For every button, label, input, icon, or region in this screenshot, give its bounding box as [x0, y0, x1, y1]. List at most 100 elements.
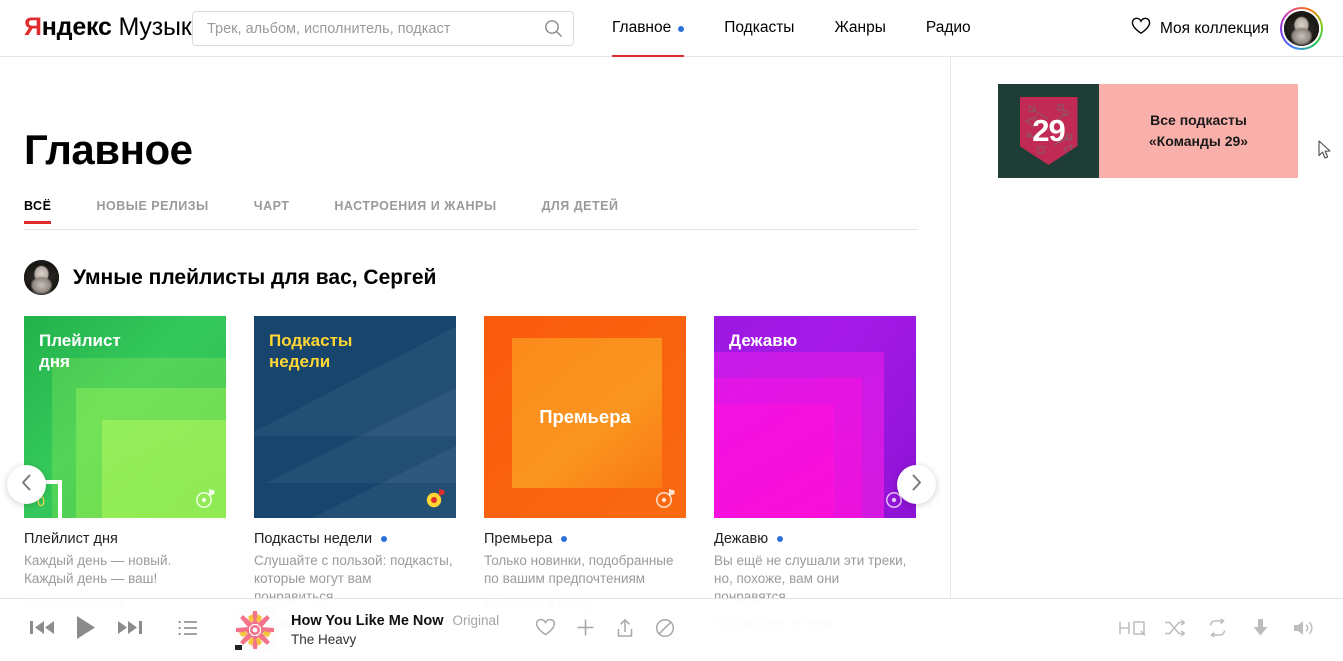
avatar-face [1284, 11, 1319, 46]
main-content: Главное ВСЁ НОВЫЕ РЕЛИЗЫ ЧАРТ НАСТРОЕНИЯ… [0, 57, 950, 661]
yandex-music-logo[interactable]: Яндекс Музыка [24, 13, 206, 42]
playlist-card-title: Подкасты недели [254, 531, 373, 547]
nav-item-label: Жанры [834, 19, 886, 36]
repeat-button[interactable] [1196, 610, 1239, 650]
shuffle-button[interactable] [1153, 610, 1196, 650]
download-icon [1251, 618, 1270, 642]
section-avatar-face [24, 260, 59, 295]
share-icon [616, 618, 634, 643]
playlist-card[interactable]: Дежавю Дежавю Вы ещё не слушали эти трек… [714, 316, 916, 630]
nav-item-radio[interactable]: Радио [926, 0, 971, 57]
playlist-card-art-label: Подкасты недели [269, 331, 353, 372]
playlist-card-description: Каждый день — новый. Каждый день — ваш! [24, 553, 172, 587]
banner-logo-number: 29 [1032, 113, 1065, 148]
tab-label: ВСЁ [24, 199, 52, 213]
track-action-buttons [525, 610, 685, 650]
avatar-photo [1284, 11, 1319, 46]
carousel-next-button[interactable] [897, 465, 936, 504]
playlist-card-art[interactable]: Подкасты недели [254, 316, 456, 518]
section-title: Умные плейлисты для вас, Сергей [73, 265, 437, 289]
nav-item-label: Подкасты [724, 19, 795, 36]
dislike-button[interactable] [645, 610, 685, 650]
banner-text: Все подкасты «Команды 29» [1099, 84, 1298, 178]
art-layer [714, 404, 834, 518]
tab-dlya-detey[interactable]: ДЛЯ ДЕТЕЙ [542, 199, 619, 223]
playlist-card-description: Только новинки, подобранные по вашим пре… [484, 553, 674, 587]
volume-icon [1292, 618, 1316, 643]
playlist-card-title: Плейлист дня [24, 531, 118, 547]
heart-icon [1131, 17, 1151, 40]
playlist-carousel: Плейлист дня 0 Плейлист дня Каждый день … [24, 316, 944, 630]
nav-new-dot [678, 26, 685, 32]
heart-icon [535, 618, 556, 642]
playlist-card-art[interactable]: Премьера [484, 316, 686, 518]
banner-logo: 29 [998, 84, 1099, 178]
volume-button[interactable] [1282, 610, 1325, 650]
playlist-card-title-row[interactable]: Подкасты недели [254, 531, 456, 547]
block-icon [655, 618, 675, 643]
share-button[interactable] [605, 610, 645, 650]
current-track-name[interactable]: How You Like Me Now [291, 613, 444, 629]
playlist-card[interactable]: Плейлист дня 0 Плейлист дня Каждый день … [24, 316, 226, 630]
add-button[interactable] [565, 610, 605, 650]
banner-line-2: «Команды 29» [1148, 133, 1249, 149]
plus-icon [576, 618, 595, 642]
main-nav: Главное Подкасты Жанры Радио [612, 0, 1011, 58]
section-avatar [24, 260, 59, 295]
nav-item-zhanry[interactable]: Жанры [834, 0, 885, 57]
nav-item-podkasty[interactable]: Подкасты [724, 0, 794, 57]
playlist-card-title-row[interactable]: Дежавю [714, 531, 916, 547]
logo-brand-rest: ндекс [41, 13, 112, 41]
tab-label: ЧАРТ [253, 199, 290, 213]
play-icon [75, 615, 97, 645]
hq-button[interactable] [1110, 610, 1153, 650]
current-track-cover[interactable] [232, 607, 278, 653]
nav-item-label: Главное [612, 19, 672, 36]
search-icon[interactable] [533, 12, 573, 45]
avatar[interactable] [1280, 7, 1323, 50]
logo-brand-first-letter: Я [24, 13, 42, 41]
queue-button[interactable] [166, 608, 210, 652]
tab-chart[interactable]: ЧАРТ [254, 199, 290, 223]
promo-banner[interactable]: 29 Все подкасты «Команды 29» [998, 84, 1298, 178]
search-box[interactable] [192, 11, 574, 46]
repeat-icon [1207, 617, 1228, 642]
previous-track-button[interactable] [20, 608, 64, 652]
like-button[interactable] [525, 610, 565, 650]
carousel-prev-button[interactable] [7, 465, 46, 504]
playlist-card-title-row[interactable]: Премьера [484, 531, 686, 547]
right-sidebar: 29 Все подкасты «Команды 29» [950, 57, 1343, 661]
queue-list-icon [178, 620, 198, 641]
search-input[interactable] [193, 12, 533, 45]
yandex-music-mark-icon [654, 487, 676, 509]
playlist-card[interactable]: Премьера Премьера Только новинки, подобр… [484, 316, 686, 630]
playlist-card-title-row[interactable]: Плейлист дня [24, 531, 226, 547]
playlist-card-art[interactable]: Дежавю [714, 316, 916, 518]
tab-vse[interactable]: ВСЁ [24, 199, 52, 224]
yandex-music-mark-icon [194, 487, 216, 509]
tab-label: НАСТРОЕНИЯ И ЖАНРЫ [334, 199, 497, 213]
my-collection-link[interactable]: Моя коллекция [1131, 17, 1269, 40]
current-track-info: How You Like Me Now Original The Heavy [291, 613, 499, 647]
play-button[interactable] [64, 608, 108, 652]
tab-label: ДЛЯ ДЕТЕЙ [541, 199, 619, 213]
section-header: Умные плейлисты для вас, Сергей [24, 260, 436, 295]
playlist-card-title: Премьера [484, 531, 553, 547]
shield-icon: 29 [1019, 97, 1078, 165]
next-track-button[interactable] [108, 608, 152, 652]
tab-novye-relizy[interactable]: НОВЫЕ РЕЛИЗЫ [96, 199, 208, 223]
tab-nastroeniya-i-zhanry[interactable]: НАСТРОЕНИЯ И ЖАНРЫ [334, 199, 496, 223]
current-track-title-row: How You Like Me Now Original [291, 613, 499, 629]
current-track-version-tag: Original [452, 613, 500, 628]
player-transport-controls [20, 608, 210, 652]
playlist-card-art[interactable]: Плейлист дня 0 [24, 316, 226, 518]
download-button[interactable] [1239, 610, 1282, 650]
tab-label: НОВЫЕ РЕЛИЗЫ [96, 199, 209, 213]
playlist-card[interactable]: Подкасты недели Подкасты недели Слушайте… [254, 316, 456, 630]
chevron-left-icon [20, 474, 33, 496]
current-track-artist[interactable]: The Heavy [291, 632, 499, 647]
album-cover-snowflake-icon [232, 607, 278, 653]
playlist-card-art-label: Плейлист дня [39, 331, 121, 372]
nav-item-glavnoe[interactable]: Главное [612, 0, 685, 58]
avatar-inner [1282, 9, 1321, 48]
